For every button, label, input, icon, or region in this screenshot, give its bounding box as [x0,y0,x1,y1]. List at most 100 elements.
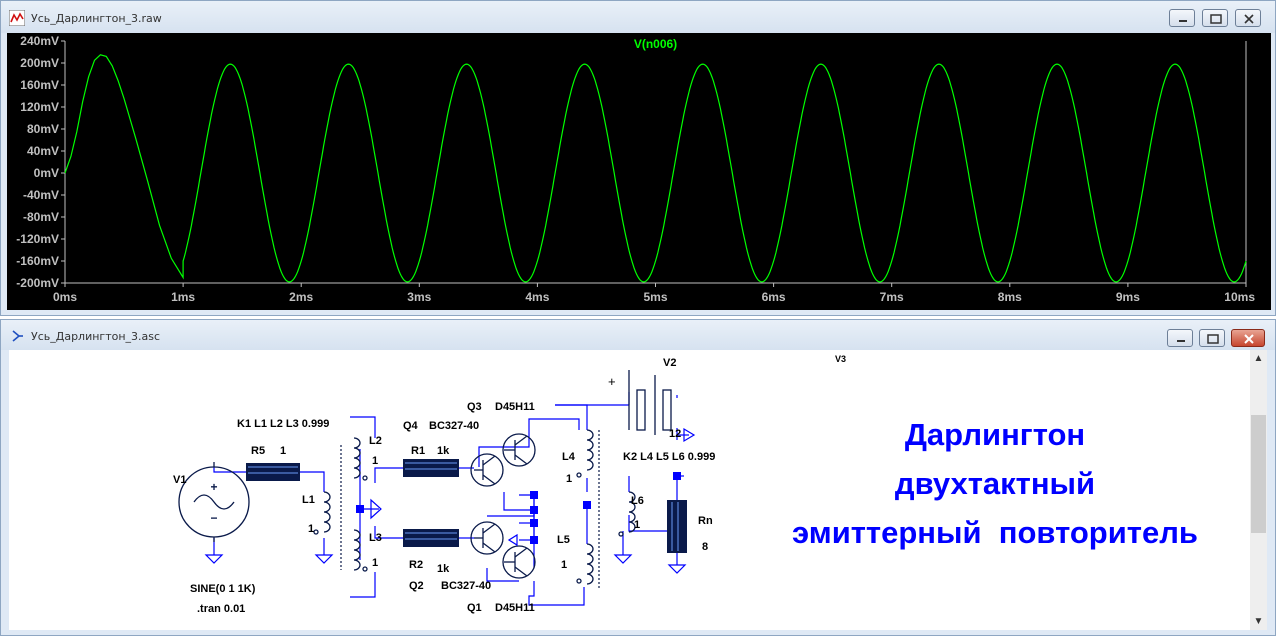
label-v2: V2 [663,357,676,369]
series-line-vn006 [64,54,1247,283]
schematic-window-titlebar[interactable]: Усь_Дарлингтон_3.asc [1,320,1275,350]
label-r5: R5 [251,445,265,457]
minimize-icon [1179,20,1187,22]
label-r5-value: 1 [280,445,286,457]
label-l6-value: 1 [634,519,640,531]
label-q4-model: BC327-40 [429,420,479,432]
v1-plus-sign: + [210,480,217,494]
label-v3-partial: V3 [835,354,846,364]
x-tick-label: 5ms [643,290,667,304]
resistor-R2[interactable] [403,529,459,547]
label-rn-value: 8 [702,541,708,553]
schematic-vertical-scrollbar[interactable]: ▲ ▼ [1250,350,1267,630]
plot-close-button[interactable] [1235,9,1261,27]
headline: Дарлингтон двухтактный эмиттерный повтор… [792,417,1198,550]
minimize-icon [1177,340,1185,342]
y-tick-label: 0mV [34,166,59,180]
label-k1: K1 L1 L2 L3 0.999 [237,418,329,430]
x-tick-label: 6ms [762,290,786,304]
label-l1: L1 [302,494,315,506]
x-tick-label: 10ms [1224,290,1255,304]
scroll-up-arrow-icon[interactable]: ▲ [1250,350,1267,367]
restore-icon [1207,334,1219,344]
plot-minimize-button[interactable] [1169,9,1195,27]
y-tick-label: -40mV [23,188,59,202]
waveform-app-icon [9,10,25,26]
transistor-Q3[interactable] [502,433,536,467]
transistor-Q1[interactable] [502,545,536,579]
y-tick-label: -160mV [16,254,59,268]
chart-title: V(n006) [634,37,677,51]
y-tick-label: 120mV [20,100,59,114]
label-l4: L4 [562,451,576,463]
x-tick-label: 2ms [289,290,313,304]
label-q1: Q1 [467,602,482,614]
y-tick-label: 200mV [20,56,59,70]
label-v1: V1 [173,474,186,486]
close-icon [1244,14,1254,24]
label-plus: + [608,374,616,389]
label-r2-value: 1k [437,563,450,575]
y-tick-label: 80mV [27,122,59,136]
label-r1-value: 1k [437,445,450,457]
label-q1-model: D45H11 [495,602,535,614]
restore-icon [1210,14,1222,24]
scroll-down-arrow-icon[interactable]: ▼ [1250,613,1267,630]
y-tick-label: 40mV [27,144,59,158]
label-l4-value: 1 [566,473,572,485]
inductor-L1[interactable] [313,491,331,535]
x-tick-label: 7ms [880,290,904,304]
label-v1-source: SINE(0 1 1K) [190,583,256,595]
x-tick-label: 8ms [998,290,1022,304]
y-tick-label: -120mV [16,232,59,246]
schematic-minimize-button[interactable] [1167,329,1193,347]
label-l2-value: 1 [372,455,378,467]
x-tick-label: 0ms [53,290,77,304]
inductor-L5[interactable] [576,543,594,585]
label-l1-value: 1 [308,523,314,535]
label-k2: K2 L4 L5 L6 0.999 [623,451,715,463]
label-l2: L2 [369,435,382,447]
y-tick-label: -80mV [23,210,59,224]
schematic-canvas[interactable]: + − K1 L1 L2 L3 0.999 R5 1 V1 L1 1 L2 1 … [9,350,1250,630]
label-q3-model: D45H11 [495,401,535,413]
label-l3-value: 1 [372,557,378,569]
transistor-Q2[interactable] [470,521,504,555]
label-v2-value: 12 [669,428,681,440]
label-l3: L3 [369,532,382,544]
inductor-L4[interactable] [576,429,594,478]
v1-minus-sign: − [210,511,217,525]
label-q3: Q3 [467,401,482,413]
label-r2: R2 [409,559,423,571]
schematic-window-title: Усь_Дарлингтон_3.asc [31,330,161,343]
label-l5: L5 [557,534,570,546]
sine-source-V1[interactable] [178,462,250,542]
transistor-Q4[interactable] [470,453,504,487]
label-q4: Q4 [403,420,419,432]
plot-restore-button[interactable] [1202,9,1228,27]
headline-line-1: Дарлингтон [905,417,1085,452]
schematic-app-icon [12,330,23,342]
schematic-drawing: + − K1 L1 L2 L3 0.999 R5 1 V1 L1 1 L2 1 … [173,354,1198,615]
resistor-Rn[interactable] [667,500,687,553]
x-tick-label: 9ms [1116,290,1140,304]
label-r1: R1 [411,445,425,457]
label-q2-model: BC327-40 [441,580,491,592]
plot-window: Усь_Дарлингтон_3.raw V(n006) 240mV 200mV 16… [0,0,1276,316]
label-rn: Rn [698,515,713,527]
close-icon [1244,334,1254,344]
schematic-restore-button[interactable] [1199,329,1225,347]
schematic-close-button[interactable] [1231,329,1265,347]
scroll-thumb[interactable] [1251,415,1266,533]
resistor-R5[interactable] [246,463,300,481]
x-tick-label: 4ms [525,290,549,304]
resistor-R1[interactable] [403,459,459,477]
battery-V2[interactable] [628,370,672,435]
plot-window-titlebar[interactable]: Усь_Дарлингтон_3.raw [1,1,1275,33]
waveform-plot-area[interactable]: V(n006) 240mV 200mV 160mV 120mV 80mV 40mV 0mV -4… [7,33,1271,310]
plot-window-title: Усь_Дарлингтон_3.raw [31,12,162,25]
label-tran-directive: .tran 0.01 [197,603,245,615]
label-l6: L6 [631,495,644,507]
waveform-chart: V(n006) 240mV 200mV 160mV 120mV 80mV 40mV 0mV -4… [16,34,1255,304]
y-tick-label: -200mV [16,276,59,290]
